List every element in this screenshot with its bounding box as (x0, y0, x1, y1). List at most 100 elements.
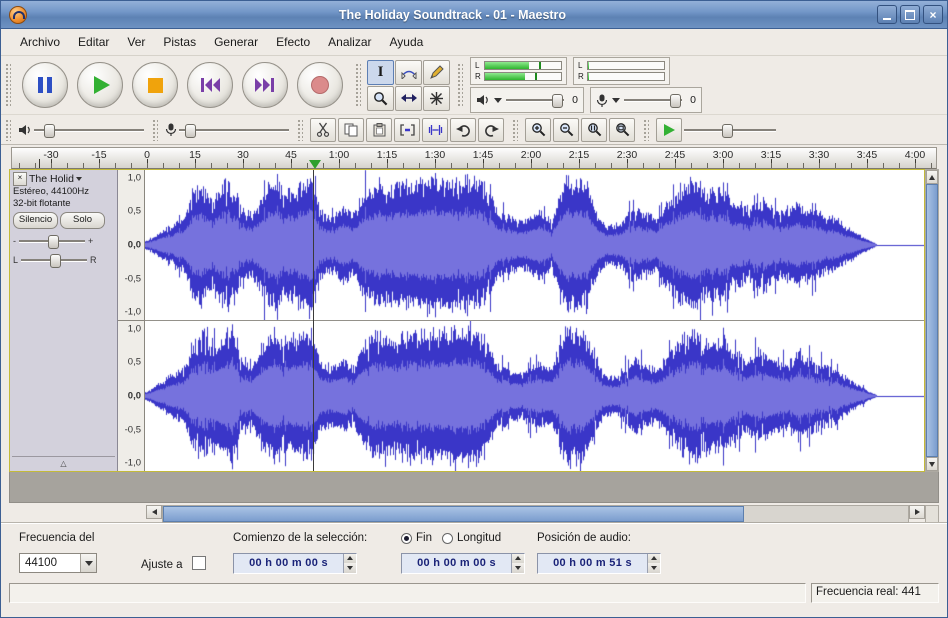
silence-button[interactable] (422, 118, 448, 142)
record-meter[interactable]: L R (573, 57, 670, 85)
cut-button[interactable] (310, 118, 336, 142)
zoom-in-button[interactable] (525, 118, 551, 142)
radio-end[interactable] (401, 533, 412, 544)
horizontal-scroll-track[interactable] (162, 505, 909, 523)
zoom-out-button[interactable] (553, 118, 579, 142)
menu-pistas[interactable]: Pistas (154, 31, 205, 53)
envelope-tool-button[interactable] (395, 60, 422, 85)
selection-start-field[interactable]: 00 h 00 m 00 s (233, 553, 357, 574)
vertical-scroll-thumb[interactable] (926, 184, 938, 457)
menu-editar[interactable]: Editar (69, 31, 118, 53)
play-meter-left-bar (484, 61, 562, 70)
multi-tool-button[interactable] (423, 86, 450, 111)
close-button[interactable]: × (923, 5, 943, 24)
scroll-down-button[interactable] (926, 457, 938, 471)
toolbar-grip[interactable] (456, 62, 463, 108)
menu-efecto[interactable]: Efecto (267, 31, 319, 53)
tools-toolbar: I (364, 60, 453, 111)
vertical-scrollbar[interactable] (925, 169, 939, 472)
selection-end-value: 00 h 00 m 00 s (402, 557, 511, 569)
toolbar-grip[interactable] (4, 118, 11, 141)
timeshift-tool-button[interactable] (395, 86, 422, 111)
horizontal-scrollbar[interactable] (146, 505, 939, 523)
down-arrow-icon (929, 462, 935, 467)
timeline-tick-label: 3:30 (809, 149, 829, 161)
maximize-button[interactable] (900, 5, 920, 24)
minimize-button[interactable] (877, 5, 897, 24)
radio-length[interactable] (442, 533, 453, 544)
toolbar-grip[interactable] (511, 118, 518, 141)
play-button[interactable] (77, 62, 123, 108)
selection-toolbar: Frecuencia del Comienzo de la selección:… (1, 523, 947, 579)
draw-tool-button[interactable] (423, 60, 450, 85)
gain-max-label: + (88, 236, 93, 246)
envelope-icon (401, 65, 417, 79)
playhead-marker[interactable] (309, 160, 321, 169)
playback-speed-slider[interactable] (684, 123, 776, 137)
undo-button[interactable] (450, 118, 476, 142)
copy-button[interactable] (338, 118, 364, 142)
trim-button[interactable] (394, 118, 420, 142)
gain-slider[interactable] (19, 234, 85, 248)
redo-button[interactable] (478, 118, 504, 142)
play-meter[interactable]: L R (470, 57, 567, 85)
empty-track-area (9, 472, 939, 503)
audio-position-field[interactable]: 00 h 00 m 51 s (537, 553, 661, 574)
menu-generar[interactable]: Generar (205, 31, 267, 53)
stop-button[interactable] (132, 62, 178, 108)
output-device-dropdown-icon[interactable] (494, 98, 502, 103)
track-collapse-button[interactable]: △ (12, 456, 115, 470)
menu-analizar[interactable]: Analizar (319, 31, 380, 53)
playback-volume-slider[interactable] (34, 123, 144, 137)
toolbar-grip[interactable] (296, 118, 303, 141)
skip-to-start-button[interactable] (187, 62, 233, 108)
output-volume-slider[interactable] (506, 93, 564, 107)
spinner[interactable] (511, 554, 524, 573)
skip-to-end-button[interactable] (242, 62, 288, 108)
waveform-display[interactable] (145, 170, 924, 471)
spinner[interactable] (343, 554, 356, 573)
combo-arrow-button[interactable] (80, 554, 96, 572)
titlebar[interactable]: The Holiday Soundtrack - 01 - Maestro × (1, 1, 947, 29)
record-button[interactable] (297, 62, 343, 108)
pause-button[interactable] (22, 62, 68, 108)
snap-to-checkbox[interactable] (192, 556, 206, 570)
track-name-dropdown[interactable]: The Holid (29, 173, 114, 185)
menu-ayuda[interactable]: Ayuda (381, 31, 433, 53)
timeline-tick-label: 30 (237, 149, 249, 161)
zoom-tool-button[interactable] (367, 86, 394, 111)
spinner[interactable] (647, 554, 660, 573)
solo-button[interactable]: Solo (60, 212, 105, 229)
fit-selection-button[interactable] (581, 118, 607, 142)
project-rate-label: Frecuencia del (19, 532, 141, 544)
project-rate-combo[interactable]: 44100 (19, 553, 97, 573)
mute-button[interactable]: Silencio (13, 212, 58, 229)
play-at-speed-button[interactable] (656, 118, 682, 142)
selection-end-field[interactable]: 00 h 00 m 00 s (401, 553, 525, 574)
horizontal-scroll-thumb[interactable] (163, 506, 744, 522)
input-device-dropdown-icon[interactable] (612, 98, 620, 103)
output-volume-value: 0 (568, 94, 578, 106)
menu-ver[interactable]: Ver (118, 31, 154, 53)
pan-slider[interactable] (21, 253, 87, 267)
menu-archivo[interactable]: Archivo (11, 31, 69, 53)
toolbar-grip[interactable] (4, 62, 11, 108)
recording-volume-slider[interactable] (179, 123, 289, 137)
paste-button[interactable] (366, 118, 392, 142)
toolbar-grip[interactable] (151, 118, 158, 141)
scroll-left-button[interactable] (146, 505, 162, 519)
track-close-button[interactable]: × (13, 172, 27, 186)
toolbar-grip[interactable] (642, 118, 649, 141)
selection-tool-button[interactable]: I (367, 60, 394, 85)
ruler-label: 0,0 (128, 391, 141, 402)
waveform-right-channel[interactable] (145, 321, 924, 471)
waveform-left-channel[interactable] (145, 170, 924, 320)
pencil-icon (429, 65, 444, 80)
timeline-ruler[interactable]: -30-1501530451:001:151:301:452:002:152:3… (11, 147, 937, 169)
scroll-right-button[interactable] (909, 505, 925, 519)
scroll-up-button[interactable] (926, 170, 938, 184)
vertical-ruler: 1,0 0,5 0,0 -0,5 -1,0 1,0 0,5 0,0 -0,5 -… (118, 170, 145, 471)
toolbar-grip[interactable] (354, 62, 361, 108)
input-volume-slider[interactable] (624, 93, 682, 107)
fit-project-button[interactable] (609, 118, 635, 142)
